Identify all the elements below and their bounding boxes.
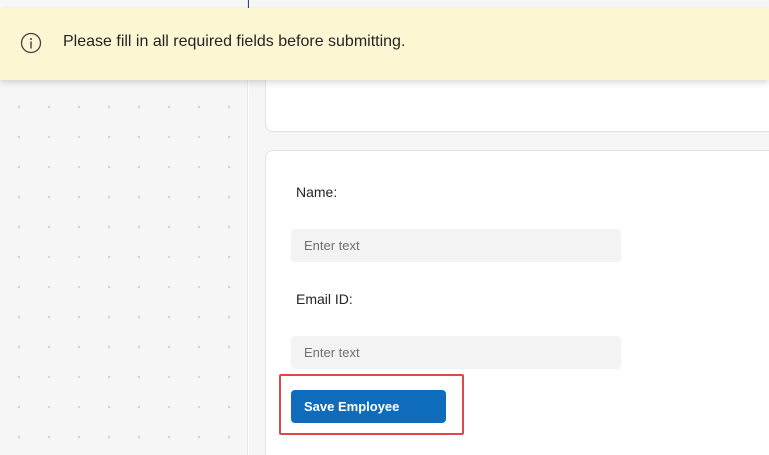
info-icon [20, 32, 42, 54]
notification-message: Please fill in all required fields befor… [63, 33, 406, 50]
notification-bar: Please fill in all required fields befor… [0, 8, 769, 80]
name-input[interactable] [291, 229, 621, 262]
save-employee-button[interactable]: Save Employee [291, 390, 446, 423]
app-window: Name: Email ID: Save Employee Please fil… [0, 0, 769, 455]
name-label: Name: [296, 184, 338, 200]
email-label: Email ID: [296, 291, 353, 307]
email-input[interactable] [291, 336, 621, 369]
